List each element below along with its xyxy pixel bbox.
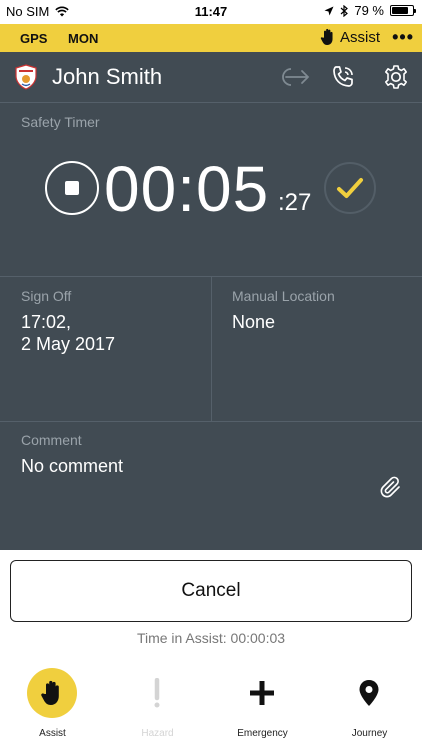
timer-seconds: :27	[278, 189, 312, 216]
comment-value[interactable]: No comment	[21, 455, 123, 477]
shield-logo-icon	[15, 64, 37, 90]
tab-label: Hazard	[141, 728, 174, 739]
tab-label: Assist	[39, 728, 66, 739]
paperclip-icon	[380, 476, 400, 498]
status-bar: No SIM 11:47 79 %	[0, 0, 422, 24]
user-header: John Smith	[0, 52, 422, 102]
settings-button[interactable]	[379, 62, 413, 92]
call-button[interactable]	[326, 62, 360, 92]
hand-icon	[41, 680, 59, 705]
confirm-safe-button[interactable]	[324, 162, 376, 214]
battery-icon	[390, 5, 416, 16]
sign-out-icon	[282, 68, 310, 86]
tab-emergency[interactable]: Emergency	[210, 666, 315, 746]
checkmark-icon	[337, 178, 363, 198]
more-options-button[interactable]: •••	[392, 27, 414, 48]
tab-assist[interactable]: Assist	[0, 666, 105, 746]
assist-time-text: Time in Assist: 00:00:03	[136, 630, 286, 646]
sign-off-label: Sign Off	[21, 288, 72, 304]
tab-label: Emergency	[237, 728, 288, 739]
manual-location-label: Manual Location	[232, 288, 335, 304]
tab-bar: Assist Hazard Emergency Journey	[0, 660, 422, 750]
bluetooth-icon	[340, 4, 349, 17]
gps-indicator: GPS	[20, 31, 48, 46]
safety-panel: Safety Timer 00:05 :27 Sign Off 17:02, 2…	[0, 102, 422, 550]
tab-journey[interactable]: Journey	[317, 666, 422, 746]
hand-icon	[320, 28, 333, 45]
user-name: John Smith	[52, 64, 163, 89]
location-arrow-icon	[324, 6, 334, 15]
attach-button[interactable]	[376, 473, 406, 503]
battery-percent: 79 %	[354, 3, 384, 18]
assist-tab-icon-circle	[27, 668, 77, 718]
divider	[0, 421, 422, 422]
divider	[211, 276, 212, 421]
info-bar: GPS MON Assist •••	[0, 24, 422, 52]
tab-hazard[interactable]: Hazard	[105, 666, 210, 746]
exclamation-icon	[154, 678, 160, 708]
safety-timer-label: Safety Timer	[21, 114, 100, 130]
tab-label: Journey	[351, 728, 388, 739]
sign-off-time[interactable]: 17:02, 2 May 2017	[21, 311, 115, 355]
phone-call-icon	[333, 66, 353, 87]
assist-status[interactable]: Assist	[320, 28, 380, 46]
stop-icon	[65, 181, 79, 195]
manual-location-value[interactable]: None	[232, 311, 275, 333]
gear-icon	[385, 65, 407, 89]
assist-status-label: Assist	[339, 28, 380, 46]
location-pin-icon	[359, 680, 379, 706]
mon-indicator: MON	[68, 31, 99, 46]
plus-icon	[250, 681, 274, 705]
timer-value: 00:05	[104, 153, 270, 225]
sign-out-button[interactable]	[277, 62, 311, 92]
comment-label: Comment	[21, 432, 82, 448]
stop-timer-button[interactable]	[45, 161, 99, 215]
cancel-button[interactable]: Cancel	[10, 560, 412, 622]
